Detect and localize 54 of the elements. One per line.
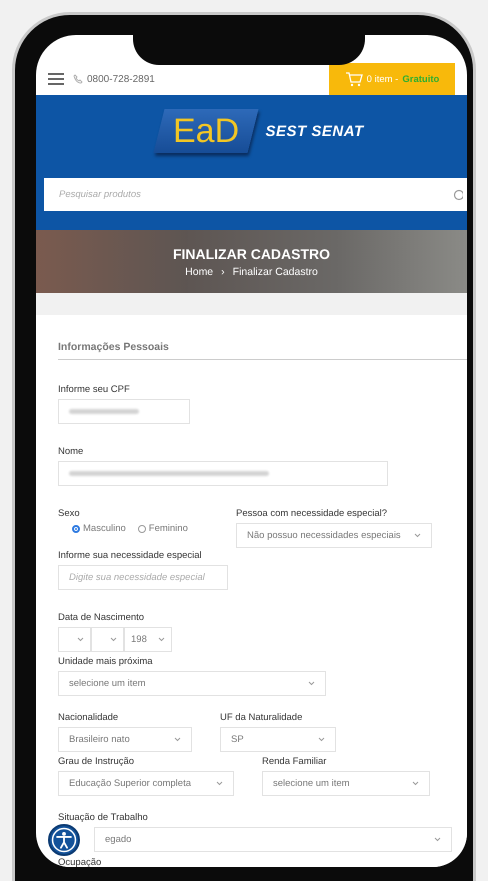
accessibility-icon bbox=[51, 827, 77, 853]
select-field[interactable] bbox=[91, 627, 124, 652]
chevron-icon bbox=[174, 737, 181, 742]
section-title: Informações Pessoais bbox=[58, 341, 467, 360]
chevron-icon bbox=[318, 737, 325, 742]
select-field[interactable]: SP bbox=[220, 727, 336, 752]
search-button[interactable] bbox=[447, 178, 467, 211]
logo-text: SEST SENAT bbox=[266, 122, 364, 140]
chevron-icon bbox=[414, 533, 421, 538]
select-field[interactable]: 198 bbox=[124, 627, 172, 652]
breadcrumb-link[interactable]: Home bbox=[185, 266, 214, 278]
breadcrumb-current: Finalizar Cadastro bbox=[232, 266, 318, 278]
field-label: Nacionalidade bbox=[58, 712, 118, 723]
field-label: Nome bbox=[58, 446, 84, 457]
input-field[interactable]: Digite sua necessidade especial bbox=[58, 565, 228, 590]
blurred-value bbox=[69, 409, 139, 414]
field-label: Informe seu CPF bbox=[58, 384, 130, 395]
select-field[interactable]: Não possuo necessidades especiais bbox=[236, 523, 432, 548]
select-field[interactable]: Brasileiro nato bbox=[58, 727, 192, 752]
field-label: Informe sua necessidade especial bbox=[58, 550, 202, 561]
select-field[interactable]: egado bbox=[94, 827, 452, 852]
breadcrumb-separator: › bbox=[221, 266, 225, 278]
field-label: Renda Familiar bbox=[262, 756, 326, 767]
radio-option[interactable]: Feminino bbox=[138, 523, 188, 534]
field-label: Pessoa com necessidade especial? bbox=[236, 508, 388, 519]
select-field[interactable] bbox=[58, 627, 91, 652]
select-field[interactable]: selecione um item bbox=[58, 671, 326, 696]
chevron-icon bbox=[308, 681, 315, 686]
radio-option[interactable]: Masculino bbox=[72, 523, 126, 534]
select-field[interactable]: Educação Superior completa bbox=[58, 771, 234, 796]
chevron-icon bbox=[77, 637, 84, 642]
chevron-icon bbox=[434, 837, 441, 842]
phone-icon bbox=[73, 74, 83, 84]
phone-number[interactable]: 0800-728-2891 bbox=[87, 74, 155, 84]
input-field[interactable] bbox=[58, 399, 190, 424]
select-field[interactable]: selecione um item bbox=[262, 771, 430, 796]
cart-icon bbox=[344, 72, 363, 86]
chevron-icon bbox=[158, 637, 165, 642]
field-label: Situação de Trabalho bbox=[58, 812, 148, 823]
field-label: Data de Nascimento bbox=[58, 612, 144, 623]
search-field[interactable]: Pesquisar produtos bbox=[44, 178, 447, 211]
chevron-icon bbox=[110, 637, 117, 642]
field-label: Unidade mais próxima bbox=[58, 656, 153, 667]
field-label: Ocupação bbox=[58, 857, 102, 867]
field-label: Sexo bbox=[58, 508, 80, 519]
chevron-icon bbox=[412, 781, 419, 786]
page-title: FINALIZAR CADASTRO bbox=[172, 246, 330, 262]
field-label: UF da Naturalidade bbox=[220, 712, 302, 723]
chevron-icon bbox=[216, 781, 223, 786]
logo-mark: EaD bbox=[154, 109, 260, 153]
input-field[interactable] bbox=[58, 461, 388, 486]
menu-icon[interactable] bbox=[48, 73, 64, 85]
field-label: Grau de Instrução bbox=[58, 756, 134, 767]
search-icon bbox=[453, 188, 463, 200]
